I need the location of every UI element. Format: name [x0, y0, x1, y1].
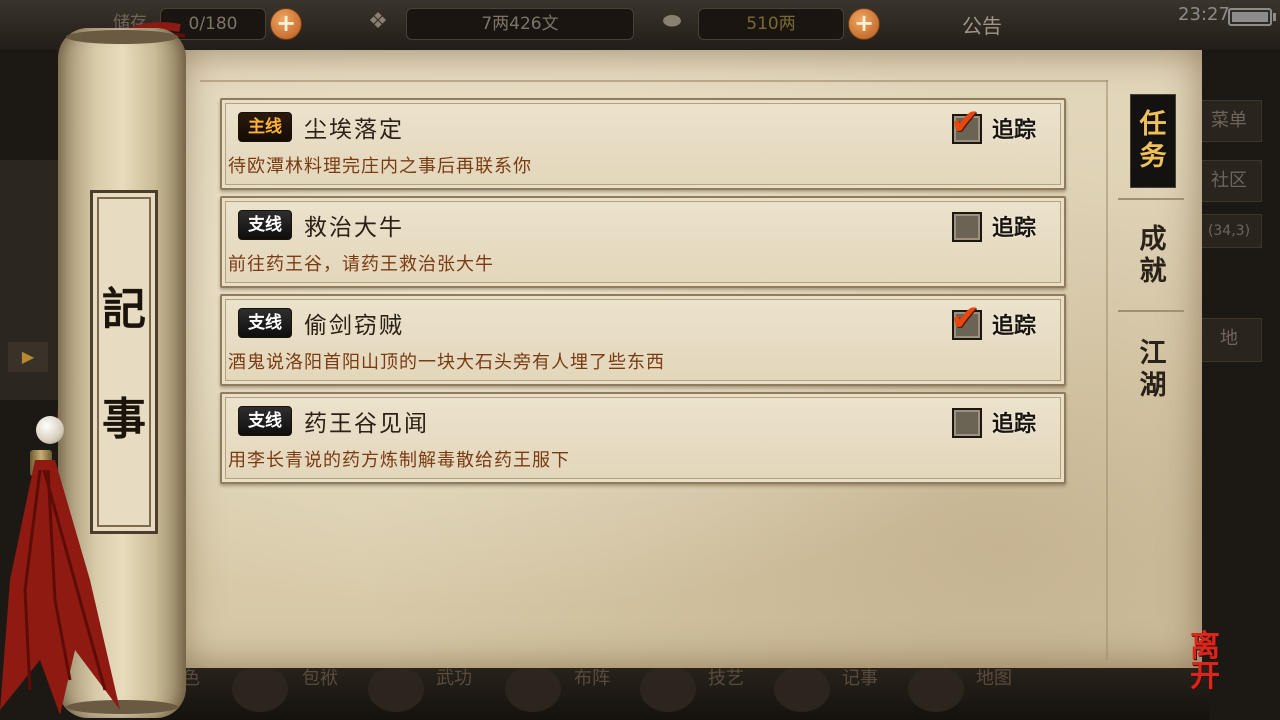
quest-title: 救治大牛 [304, 215, 404, 241]
tab-achievements[interactable]: 成就 [1130, 224, 1176, 288]
quest-description: 酒鬼说洛阳首阳山顶的一块大石头旁有人埋了些东西 [228, 352, 665, 373]
tab-tasks-label: 任务 [1139, 109, 1167, 172]
track-label: 追踪 [992, 118, 1037, 143]
tab-divider [1118, 198, 1184, 200]
nav-skills[interactable]: 技艺 [704, 668, 748, 690]
coin-icon: ❖ [368, 9, 388, 34]
track-label: 追踪 [992, 314, 1037, 339]
gold-add-button[interactable]: + [848, 8, 880, 40]
journal-title-plate: 記 事 [90, 190, 158, 534]
tab-achievements-label: 成就 [1139, 224, 1167, 287]
quest-tag-main: 主线 [238, 112, 292, 142]
track-toggle[interactable]: ✔ 追踪 [950, 102, 1052, 144]
quest-tag-side: 支线 [238, 308, 292, 338]
checkmark-icon: ✔ [950, 298, 981, 339]
map-icon [908, 666, 964, 712]
bg-coordinates: (34,3) [1196, 214, 1262, 248]
battery-icon [1228, 8, 1276, 26]
nav-bag[interactable]: 包袱 [298, 668, 342, 690]
track-checkbox[interactable] [952, 212, 982, 242]
tab-tasks[interactable]: 任务 [1130, 94, 1176, 188]
jade-bead-icon [36, 416, 64, 444]
bg-menu-button[interactable]: 菜单 [1196, 100, 1262, 142]
quest-title: 尘埃落定 [304, 117, 404, 143]
quest-card[interactable]: 主线 尘埃落定 待欧潭林料理完庄内之事后再联系你 ✔ 追踪 [220, 98, 1066, 190]
notice-button[interactable]: 公告 [962, 10, 1002, 39]
track-label: 追踪 [992, 216, 1037, 241]
quest-title: 偷剑窃贼 [304, 313, 404, 339]
roller-cap-top [66, 30, 178, 44]
leave-label: 离开 [1190, 629, 1220, 694]
gold-display: 510两 [698, 8, 844, 40]
quest-description: 待欧潭林料理完庄内之事后再联系你 [228, 156, 532, 177]
clock: 23:27 [1178, 4, 1230, 25]
bg-community-button[interactable]: 社区 [1196, 160, 1262, 202]
bg-map-button[interactable]: 地 [1196, 318, 1262, 362]
quest-card[interactable]: 支线 药王谷见闻 用李长青说的药方炼制解毒散给药王服下 追踪 [220, 392, 1066, 484]
tab-column-divider [1106, 80, 1108, 660]
nav-map[interactable]: 地图 [972, 668, 1016, 690]
leave-button[interactable]: 离开 [1190, 632, 1250, 692]
track-toggle[interactable]: ✔ 追踪 [950, 298, 1052, 340]
tab-jianghu[interactable]: 江湖 [1130, 338, 1176, 402]
tab-divider [1118, 310, 1184, 312]
scroll-icon [774, 666, 830, 712]
pot-icon [640, 666, 696, 712]
checkmark-icon: ✔ [950, 102, 981, 143]
quest-title: 药王谷见闻 [304, 411, 429, 437]
quest-card[interactable]: 支线 偷剑窃贼 酒鬼说洛阳首阳山顶的一块大石头旁有人埋了些东西 ✔ 追踪 [220, 294, 1066, 386]
journal-title-char-1: 記 [102, 284, 146, 335]
quest-card[interactable]: 支线 救治大牛 前往药王谷，请药王救治张大牛 追踪 [220, 196, 1066, 288]
track-checkbox[interactable] [952, 408, 982, 438]
track-toggle[interactable]: 追踪 [952, 210, 1052, 242]
journal-title-char-2: 事 [102, 394, 146, 445]
track-toggle[interactable]: 追踪 [952, 406, 1052, 438]
quest-description: 前往药王谷，请药王救治张大牛 [228, 254, 494, 275]
gold-ingot-icon: ⬬ [662, 9, 682, 34]
quest-tag-side: 支线 [238, 210, 292, 240]
track-label: 追踪 [992, 412, 1037, 437]
storage-add-button[interactable]: + [270, 8, 302, 40]
quest-tag-side: 支线 [238, 406, 292, 436]
quest-description: 用李长青说的药方炼制解毒散给药王服下 [228, 450, 570, 471]
nav-journal[interactable]: 记事 [838, 668, 882, 690]
money-display: 7两426文 [406, 8, 634, 40]
bagua-icon [505, 666, 561, 712]
tab-jianghu-label: 江湖 [1139, 338, 1167, 401]
books-icon [368, 666, 424, 712]
nav-formation[interactable]: 布阵 [570, 668, 614, 690]
paper-border-top [200, 80, 1108, 82]
bag-icon [232, 666, 288, 712]
nav-martial-arts[interactable]: 武功 [432, 668, 476, 690]
